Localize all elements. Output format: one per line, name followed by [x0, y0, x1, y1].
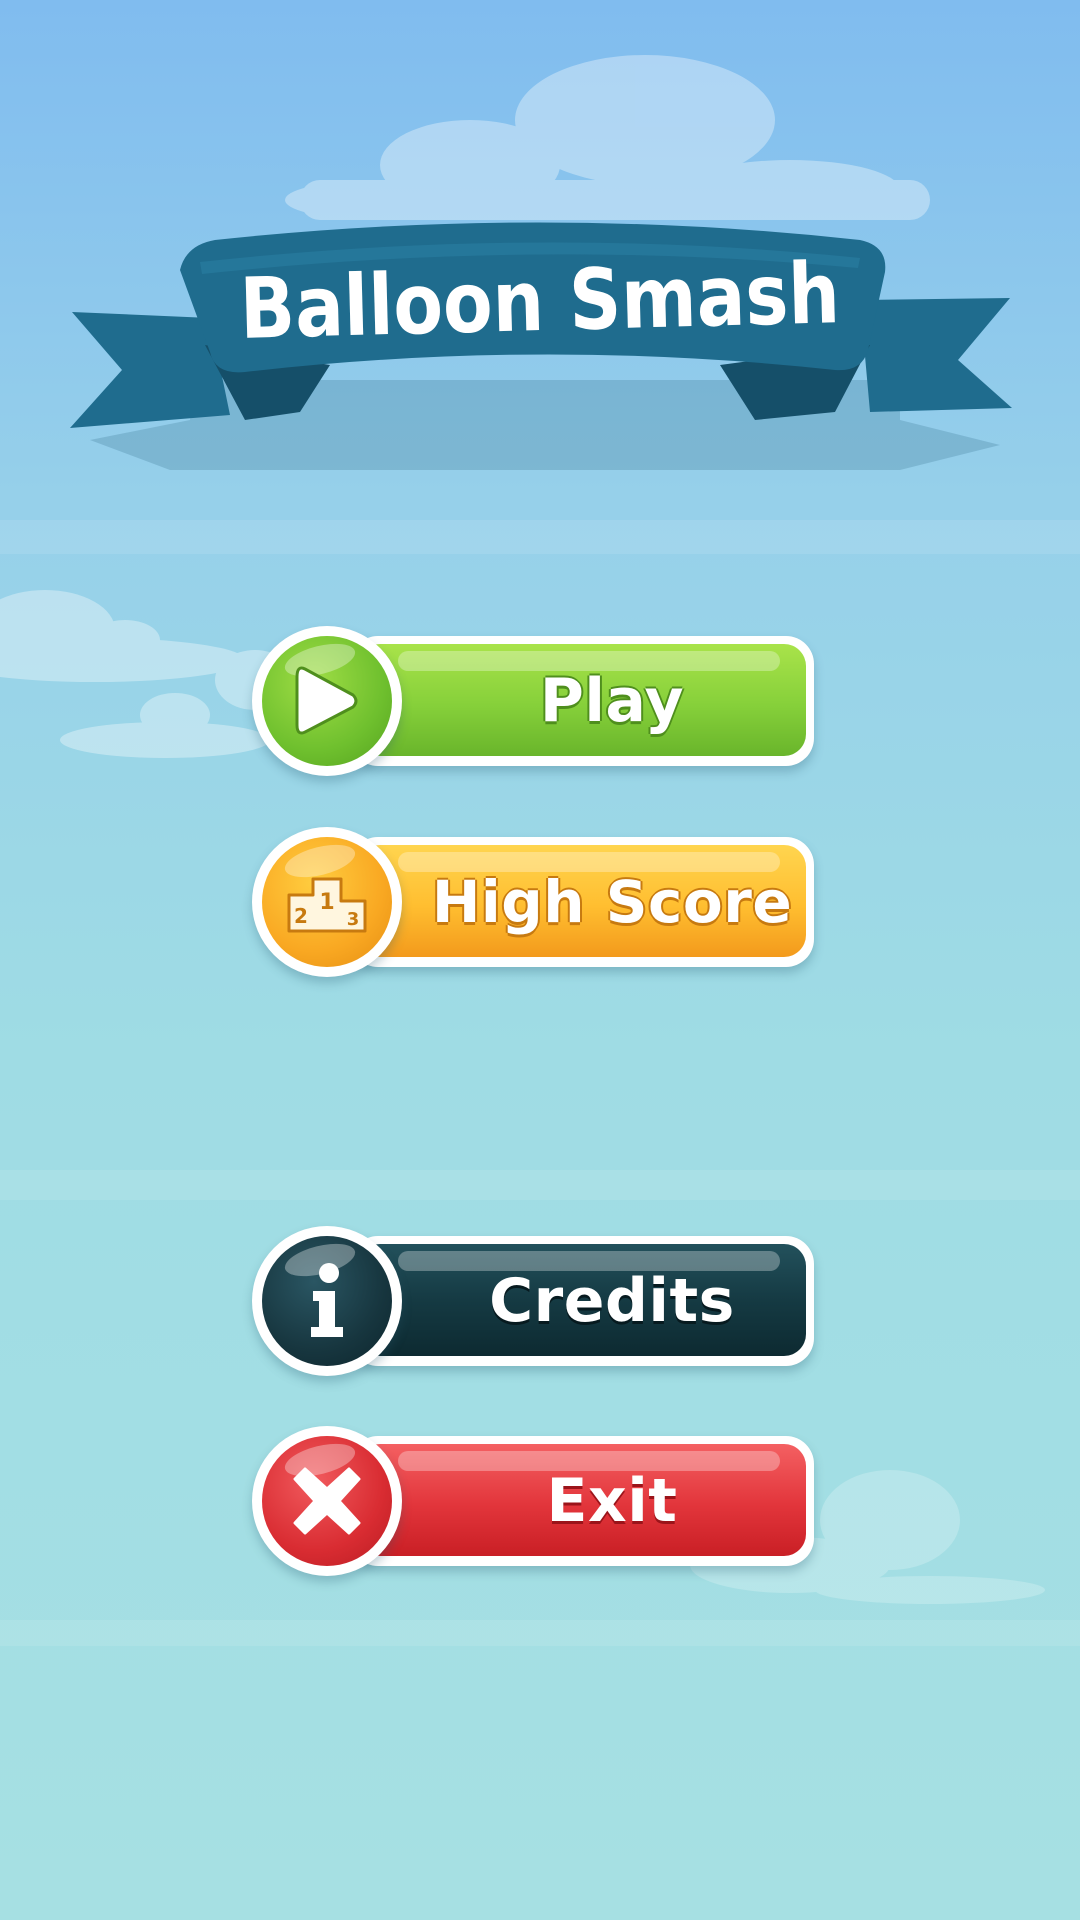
- exit-label: Exit: [546, 1466, 678, 1536]
- banner-tail-right: [860, 298, 1012, 412]
- credits-button[interactable]: Credits: [252, 1226, 826, 1376]
- banner-shadow: [90, 380, 1000, 470]
- credits-label: Credits: [489, 1266, 735, 1336]
- podium-first: 1: [319, 890, 334, 915]
- podium-third: 3: [347, 909, 360, 930]
- high-score-button[interactable]: 1 2 3 High Score: [252, 827, 826, 977]
- podium-icon: 1 2 3: [287, 877, 367, 933]
- info-icon: [311, 1263, 343, 1337]
- close-x-icon: [293, 1467, 361, 1535]
- exit-button-circle[interactable]: [252, 1426, 402, 1576]
- play-button[interactable]: Play: [252, 626, 826, 776]
- play-button-circle[interactable]: [252, 626, 402, 776]
- podium-second: 2: [294, 904, 308, 928]
- high-score-label: High Score: [431, 868, 793, 936]
- play-label: Play: [539, 666, 685, 736]
- game-title: Balloon Smash: [239, 244, 841, 358]
- high-score-button-circle[interactable]: 1 2 3: [252, 827, 402, 977]
- play-triangle-icon: [295, 666, 358, 735]
- exit-button[interactable]: Exit: [252, 1426, 826, 1576]
- credits-button-circle[interactable]: [252, 1226, 402, 1376]
